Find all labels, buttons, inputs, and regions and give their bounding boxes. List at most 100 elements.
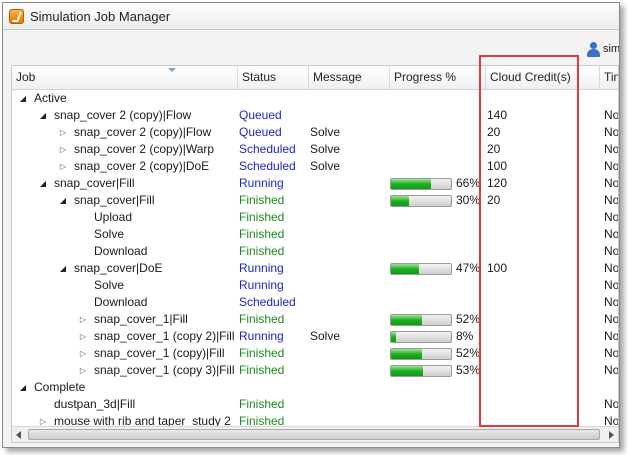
time-cell: Nov [604,312,619,326]
time-cell: Nov [604,329,619,343]
cloud-credit-cell [487,90,597,107]
job-cell: dustpan_3d|Fill [12,396,234,413]
progress-bar [390,348,452,360]
message-cell [310,396,390,413]
table-row[interactable]: ▷ snap_cover_1 (copy)|Fill Finished 52% Nov [12,345,618,362]
job-cell: ▷ snap_cover_1 (copy)|Fill [12,345,234,362]
collapse-arrow-icon[interactable]: ▷ [78,362,88,379]
message-cell [310,294,390,311]
expand-arrow-icon[interactable]: ◢ [18,90,28,107]
expand-arrow-icon[interactable]: ◢ [38,175,48,192]
column-header-job[interactable]: Job [12,66,238,89]
status-cell: Queued [239,125,282,139]
status-cell: Queued [239,108,282,122]
collapse-arrow-icon[interactable]: ▷ [78,345,88,362]
table-row[interactable]: Solve Running Nov [12,277,618,294]
message-cell [310,209,390,226]
status-cell: Finished [239,312,285,326]
collapse-arrow-icon[interactable]: ▷ [78,328,88,345]
collapse-arrow-icon[interactable]: ▷ [58,141,68,158]
table-row[interactable]: ◢ snap_cover|Fill Finished 30% 20 Nov [12,192,618,209]
column-header-cloud-credits[interactable]: Cloud Credit(s) [486,66,600,89]
table-row[interactable]: ▷ snap_cover 2 (copy)|Flow Queued Solve 20 No… [12,124,619,141]
cloud-credit-cell [487,243,597,260]
message-cell [310,175,390,192]
progress-bar-fill [391,366,423,376]
expand-arrow-icon[interactable]: ◢ [58,260,68,277]
time-cell: Nov [604,108,619,122]
table-row[interactable]: ▷ snap_cover 2 (copy)|DoE Scheduled Solve 10… [12,158,618,175]
scroll-right-icon[interactable] [609,431,614,439]
table-row[interactable]: ▷ snap_cover 2 (copy)|Warp Scheduled Solve 2… [12,141,618,158]
job-cell: ◢ Active [12,90,234,107]
progress-bar-fill [391,196,409,206]
table-row[interactable]: Upload Finished Nov [12,209,618,226]
table-row[interactable]: ◢ snap_cover|DoE Running 47% 100 Nov [12,260,618,277]
column-header-time[interactable]: Tim [600,66,618,89]
table-row[interactable]: ◢ snap_cover 2 (copy)|Flow Queued 140 Nov [12,107,619,124]
table-header: Job Status Message Progress % Cloud Cred… [12,66,618,90]
horizontal-scrollbar[interactable] [12,426,618,442]
status-cell: Finished [239,397,285,411]
job-name: snap_cover_1 (copy 2)|Fill [94,329,234,343]
job-name: Solve [94,278,125,292]
progress-cell [390,107,482,124]
table-row[interactable]: ▷ snap_cover_1 (copy 3)|Fill Finished 53% No… [12,362,619,379]
status-cell: Scheduled [239,295,296,309]
table-row[interactable]: Solve Finished Nov [12,226,618,243]
collapse-arrow-icon[interactable]: ▷ [58,124,68,141]
table-row[interactable]: ▷ snap_cover_1 (copy 2)|Fill Running Solve 8… [12,328,619,345]
status-cell: Scheduled [239,159,296,173]
job-cell: Download [12,294,234,311]
job-cell: ◢ Complete [12,379,234,396]
message-cell [310,311,390,328]
progress-percent: 47% [456,261,481,275]
message-cell [310,345,390,362]
progress-cell [390,226,482,243]
collapse-arrow-icon[interactable]: ▷ [78,311,88,328]
job-name: Complete [34,380,86,394]
progress-bar [390,178,452,190]
expand-arrow-icon[interactable]: ◢ [18,379,28,396]
message-cell [310,277,390,294]
table-row[interactable]: dustpan_3d|Fill Finished Nov [12,396,618,413]
status-cell: Running [239,278,284,292]
group-row[interactable]: ◢ Complete [12,379,618,396]
group-row[interactable]: ◢ Active [12,90,618,107]
message-cell [310,226,390,243]
message-cell: Solve [310,142,341,156]
status-cell [239,90,309,107]
status-cell: Finished [239,227,285,241]
progress-bar [390,365,452,377]
table-row[interactable]: ▷ snap_cover_1|Fill Finished 52% Nov [12,311,619,328]
progress-percent: 66% [456,176,481,190]
time-cell: Nov [604,125,619,139]
collapse-arrow-icon[interactable]: ▷ [58,158,68,175]
cloud-credit-cell [487,396,597,413]
expand-arrow-icon[interactable]: ◢ [38,107,48,124]
window-title: Simulation Job Manager [30,9,171,24]
column-header-status[interactable]: Status [238,66,309,89]
scrollbar-thumb[interactable] [28,429,600,440]
table-row[interactable]: Download Scheduled Nov [12,294,618,311]
table-row[interactable]: Download Finished Nov [12,243,618,260]
job-name: snap_cover_1|Fill [94,312,188,326]
user-icon[interactable] [586,42,600,57]
time-cell: Nov [604,176,619,190]
column-header-progress[interactable]: Progress % [390,66,486,89]
job-cell: ◢ snap_cover 2 (copy)|Flow [12,107,234,124]
job-name: snap_cover|Fill [54,176,135,190]
scroll-left-icon[interactable] [16,431,21,439]
expand-arrow-icon[interactable]: ◢ [58,192,68,209]
job-name: Download [94,244,148,258]
user-name[interactable]: sim3 [603,43,619,55]
column-header-message[interactable]: Message [309,66,390,89]
progress-bar-fill [391,332,396,342]
progress-cell [390,90,482,107]
progress-bar-fill [391,349,423,359]
cloud-credit-cell: 100 [487,159,508,173]
time-cell: Nov [604,363,619,377]
table-row[interactable]: ◢ snap_cover|Fill Running 66% 120 Nov [12,175,619,192]
cloud-credit-cell [487,379,597,396]
cloud-credit-cell [487,294,597,311]
